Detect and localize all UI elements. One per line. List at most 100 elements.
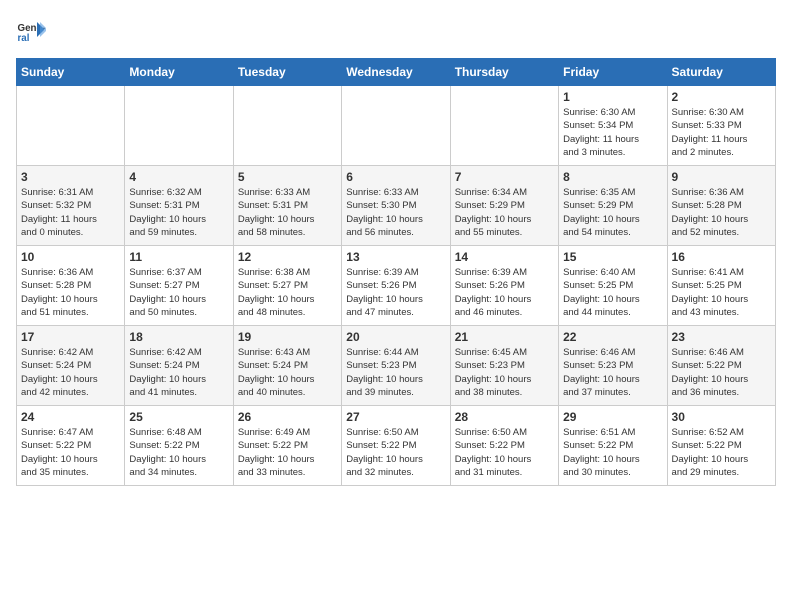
day-info: Sunrise: 6:50 AM Sunset: 5:22 PM Dayligh…: [455, 426, 554, 479]
svg-text:ral: ral: [18, 33, 30, 44]
calendar-week-row: 24 Sunrise: 6:47 AM Sunset: 5:22 PM Dayli…: [17, 406, 776, 486]
calendar-cell: 6 Sunrise: 6:33 AM Sunset: 5:30 PM Daylig…: [342, 166, 450, 246]
day-number: 21: [455, 330, 554, 344]
day-number: 8: [563, 170, 662, 184]
day-number: 5: [238, 170, 337, 184]
calendar-cell: 20 Sunrise: 6:44 AM Sunset: 5:23 PM Dayli…: [342, 326, 450, 406]
day-info: Sunrise: 6:36 AM Sunset: 5:28 PM Dayligh…: [672, 186, 771, 239]
day-info: Sunrise: 6:45 AM Sunset: 5:23 PM Dayligh…: [455, 346, 554, 399]
day-number: 28: [455, 410, 554, 424]
day-info: Sunrise: 6:50 AM Sunset: 5:22 PM Dayligh…: [346, 426, 445, 479]
day-number: 9: [672, 170, 771, 184]
day-info: Sunrise: 6:43 AM Sunset: 5:24 PM Dayligh…: [238, 346, 337, 399]
calendar-cell: [233, 86, 341, 166]
day-info: Sunrise: 6:30 AM Sunset: 5:34 PM Dayligh…: [563, 106, 662, 159]
day-number: 25: [129, 410, 228, 424]
day-info: Sunrise: 6:42 AM Sunset: 5:24 PM Dayligh…: [129, 346, 228, 399]
calendar-table: SundayMondayTuesdayWednesdayThursdayFrid…: [16, 58, 776, 486]
calendar-cell: 3 Sunrise: 6:31 AM Sunset: 5:32 PM Daylig…: [17, 166, 125, 246]
calendar-cell: 9 Sunrise: 6:36 AM Sunset: 5:28 PM Daylig…: [667, 166, 775, 246]
day-number: 11: [129, 250, 228, 264]
day-info: Sunrise: 6:40 AM Sunset: 5:25 PM Dayligh…: [563, 266, 662, 319]
weekday-header: Tuesday: [233, 59, 341, 86]
day-info: Sunrise: 6:49 AM Sunset: 5:22 PM Dayligh…: [238, 426, 337, 479]
calendar-cell: 29 Sunrise: 6:51 AM Sunset: 5:22 PM Dayli…: [559, 406, 667, 486]
day-info: Sunrise: 6:31 AM Sunset: 5:32 PM Dayligh…: [21, 186, 120, 239]
logo-icon: Gene- ral: [16, 16, 46, 46]
day-number: 2: [672, 90, 771, 104]
weekday-header: Saturday: [667, 59, 775, 86]
day-info: Sunrise: 6:38 AM Sunset: 5:27 PM Dayligh…: [238, 266, 337, 319]
calendar-cell: 11 Sunrise: 6:37 AM Sunset: 5:27 PM Dayli…: [125, 246, 233, 326]
calendar-cell: 14 Sunrise: 6:39 AM Sunset: 5:26 PM Dayli…: [450, 246, 558, 326]
day-info: Sunrise: 6:37 AM Sunset: 5:27 PM Dayligh…: [129, 266, 228, 319]
day-info: Sunrise: 6:47 AM Sunset: 5:22 PM Dayligh…: [21, 426, 120, 479]
day-info: Sunrise: 6:48 AM Sunset: 5:22 PM Dayligh…: [129, 426, 228, 479]
day-info: Sunrise: 6:42 AM Sunset: 5:24 PM Dayligh…: [21, 346, 120, 399]
day-number: 15: [563, 250, 662, 264]
calendar-week-row: 10Sunrise: 6:36 AM Sunset: 5:28 PM Dayli…: [17, 246, 776, 326]
calendar-week-row: 1 Sunrise: 6:30 AM Sunset: 5:34 PM Daylig…: [17, 86, 776, 166]
logo: Gene- ral: [16, 16, 50, 46]
day-info: Sunrise: 6:39 AM Sunset: 5:26 PM Dayligh…: [346, 266, 445, 319]
day-info: Sunrise: 6:33 AM Sunset: 5:30 PM Dayligh…: [346, 186, 445, 239]
day-number: 7: [455, 170, 554, 184]
day-info: Sunrise: 6:46 AM Sunset: 5:22 PM Dayligh…: [672, 346, 771, 399]
day-info: Sunrise: 6:52 AM Sunset: 5:22 PM Dayligh…: [672, 426, 771, 479]
day-number: 24: [21, 410, 120, 424]
calendar-cell: [450, 86, 558, 166]
day-number: 6: [346, 170, 445, 184]
calendar-header-row: SundayMondayTuesdayWednesdayThursdayFrid…: [17, 59, 776, 86]
day-number: 22: [563, 330, 662, 344]
calendar-cell: 27 Sunrise: 6:50 AM Sunset: 5:22 PM Dayli…: [342, 406, 450, 486]
day-number: 16: [672, 250, 771, 264]
weekday-header: Sunday: [17, 59, 125, 86]
weekday-header: Monday: [125, 59, 233, 86]
day-number: 19: [238, 330, 337, 344]
day-info: Sunrise: 6:41 AM Sunset: 5:25 PM Dayligh…: [672, 266, 771, 319]
day-info: Sunrise: 6:39 AM Sunset: 5:26 PM Dayligh…: [455, 266, 554, 319]
calendar-body: 1 Sunrise: 6:30 AM Sunset: 5:34 PM Daylig…: [17, 86, 776, 486]
calendar-cell: 17 Sunrise: 6:42 AM Sunset: 5:24 PM Dayli…: [17, 326, 125, 406]
day-number: 29: [563, 410, 662, 424]
day-number: 18: [129, 330, 228, 344]
day-number: 23: [672, 330, 771, 344]
calendar-cell: 8 Sunrise: 6:35 AM Sunset: 5:29 PM Daylig…: [559, 166, 667, 246]
calendar-cell: 24 Sunrise: 6:47 AM Sunset: 5:22 PM Dayli…: [17, 406, 125, 486]
calendar-week-row: 17 Sunrise: 6:42 AM Sunset: 5:24 PM Dayli…: [17, 326, 776, 406]
day-info: Sunrise: 6:44 AM Sunset: 5:23 PM Dayligh…: [346, 346, 445, 399]
calendar-cell: 30 Sunrise: 6:52 AM Sunset: 5:22 PM Dayli…: [667, 406, 775, 486]
day-number: 1: [563, 90, 662, 104]
day-number: 27: [346, 410, 445, 424]
day-number: 20: [346, 330, 445, 344]
day-info: Sunrise: 6:33 AM Sunset: 5:31 PM Dayligh…: [238, 186, 337, 239]
calendar-cell: 1 Sunrise: 6:30 AM Sunset: 5:34 PM Daylig…: [559, 86, 667, 166]
calendar-cell: 10Sunrise: 6:36 AM Sunset: 5:28 PM Dayli…: [17, 246, 125, 326]
calendar-cell: 28 Sunrise: 6:50 AM Sunset: 5:22 PM Dayli…: [450, 406, 558, 486]
header: Gene- ral: [16, 16, 776, 46]
calendar-cell: 15 Sunrise: 6:40 AM Sunset: 5:25 PM Dayli…: [559, 246, 667, 326]
day-number: 4: [129, 170, 228, 184]
calendar-week-row: 3 Sunrise: 6:31 AM Sunset: 5:32 PM Daylig…: [17, 166, 776, 246]
calendar-cell: 4 Sunrise: 6:32 AM Sunset: 5:31 PM Daylig…: [125, 166, 233, 246]
day-info: Sunrise: 6:51 AM Sunset: 5:22 PM Dayligh…: [563, 426, 662, 479]
calendar-cell: 21 Sunrise: 6:45 AM Sunset: 5:23 PM Dayli…: [450, 326, 558, 406]
calendar-cell: 13Sunrise: 6:39 AM Sunset: 5:26 PM Dayli…: [342, 246, 450, 326]
day-info: Sunrise: 6:36 AM Sunset: 5:28 PM Dayligh…: [21, 266, 120, 319]
calendar-cell: 26 Sunrise: 6:49 AM Sunset: 5:22 PM Dayli…: [233, 406, 341, 486]
calendar-cell: 22Sunrise: 6:46 AM Sunset: 5:23 PM Dayli…: [559, 326, 667, 406]
day-info: Sunrise: 6:32 AM Sunset: 5:31 PM Dayligh…: [129, 186, 228, 239]
weekday-header: Thursday: [450, 59, 558, 86]
calendar-cell: [125, 86, 233, 166]
day-info: Sunrise: 6:30 AM Sunset: 5:33 PM Dayligh…: [672, 106, 771, 159]
day-number: 12: [238, 250, 337, 264]
day-number: 17: [21, 330, 120, 344]
day-number: 30: [672, 410, 771, 424]
day-number: 3: [21, 170, 120, 184]
calendar-cell: 25 Sunrise: 6:48 AM Sunset: 5:22 PM Dayli…: [125, 406, 233, 486]
calendar-cell: [17, 86, 125, 166]
day-info: Sunrise: 6:35 AM Sunset: 5:29 PM Dayligh…: [563, 186, 662, 239]
day-number: 14: [455, 250, 554, 264]
calendar-cell: 7Sunrise: 6:34 AM Sunset: 5:29 PM Daylig…: [450, 166, 558, 246]
day-number: 26: [238, 410, 337, 424]
